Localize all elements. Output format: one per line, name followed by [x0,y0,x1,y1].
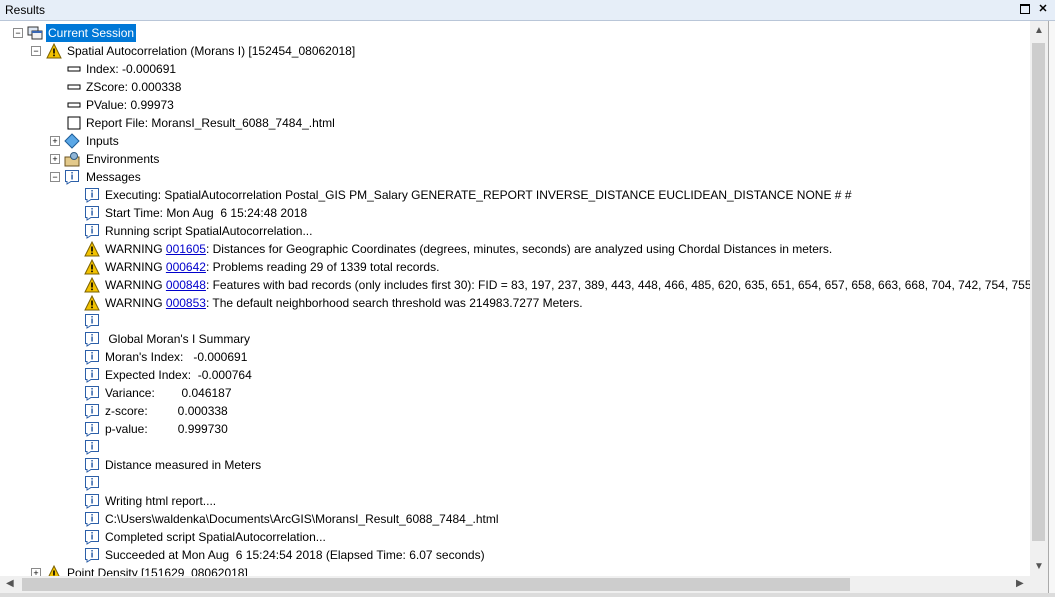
window-bottom-edge [0,593,1055,597]
scrollbar-corner [1030,576,1048,593]
warning-message: : Features with bad records (only includ… [205,278,1030,292]
info-message-icon [84,511,100,527]
info-message-icon [84,385,100,401]
warning-icon [84,294,100,311]
value-icon [67,102,81,108]
warning-icon [84,240,100,257]
message-text: Executing: SpatialAutocorrelation Postal… [105,188,852,202]
collapse-icon[interactable]: − [50,172,60,182]
message-text: Distance measured in Meters [105,458,262,472]
vertical-scroll-thumb[interactable] [1032,43,1045,541]
session-icon [27,26,43,40]
info-message-icon [84,187,100,203]
collapse-icon[interactable]: − [31,46,41,56]
warning-code-link[interactable]: 001605 [166,242,206,256]
output-index: Index: -0.000691 [86,62,177,76]
info-message-icon [84,313,100,329]
info-message-icon [84,547,100,563]
message-text: Completed script SpatialAutocorrelation.… [105,530,326,544]
message-text: Writing html report.... [105,494,217,508]
title-bar: Results ✕ [0,0,1055,21]
message-text: Start Time: Mon Aug 6 15:24:48 2018 [105,206,308,220]
file-icon [67,116,81,130]
environments-icon [64,152,80,167]
message-text: Succeeded at Mon Aug 6 15:24:54 2018 (El… [105,548,485,562]
value-icon [67,66,81,72]
message-text: z-score: 0.000338 [105,404,228,418]
info-message-icon [84,349,100,365]
warning-text: WARNING 000853: The default neighborhood… [105,294,583,312]
tool-label: Spatial Autocorrelation (Morans I) [1524… [67,44,356,58]
scroll-right-icon[interactable]: ▶ [1016,578,1024,589]
results-tree: − Current Session − Spatial Autocorrelat… [0,21,1030,576]
maximize-icon [1020,4,1030,15]
expand-icon[interactable]: + [50,136,60,146]
value-icon [67,84,81,90]
warning-message: : Problems reading 29 of 1339 total reco… [205,260,440,274]
tree-node-tool[interactable]: − Spatial Autocorrelation (Morans I) [15… [0,42,1000,60]
warning-text: WARNING 000642: Problems reading 29 of 1… [105,258,439,276]
report-file: Report File: MoransI_Result_6088_7484_.h… [86,116,335,130]
warning-message: : The default neighborhood search thresh… [205,296,583,310]
warning-code-link[interactable]: 000853 [166,296,206,310]
warning-icon [84,258,100,275]
collapse-icon[interactable]: − [13,28,23,38]
warning-prefix: WARNING [105,296,166,310]
info-message-icon [84,475,100,491]
next-tool-label: Point Density [151629_08062018] [67,566,248,576]
message-text: Global Moran's I Summary [105,332,251,346]
info-message-icon [84,367,100,383]
info-message-icon [84,331,100,347]
scroll-left-icon[interactable]: ◀ [6,578,14,589]
session-label: Current Session [46,24,137,42]
inputs-icon [64,133,80,149]
info-message-icon [84,439,100,455]
info-message-icon [84,529,100,545]
vertical-scrollbar[interactable]: ▲ ▼ [1030,21,1048,576]
environments-label: Environments [86,152,160,166]
warning-message: : Distances for Geographic Coordinates (… [205,242,833,256]
message-text: Expected Index: -0.000764 [105,368,252,382]
info-message-icon [84,493,100,509]
tree-node-session[interactable]: − Current Session [0,24,1000,42]
info-message-icon [84,457,100,473]
info-message-icon [84,421,100,437]
warning-code-link[interactable]: 000642 [166,260,206,274]
close-button[interactable]: ✕ [1036,2,1050,16]
horizontal-scrollbar[interactable]: ◀ ▶ [0,576,1030,593]
warning-icon [48,565,60,576]
warning-icon [84,276,100,293]
window-title: Results [5,3,46,17]
expand-icon[interactable]: + [50,154,60,164]
message-text: Running script SpatialAutocorrelation... [105,224,313,238]
messages-label: Messages [86,170,141,184]
scroll-up-icon[interactable]: ▲ [1034,25,1044,36]
message-text: Variance: 0.046187 [105,386,232,400]
maximize-button[interactable] [1018,2,1032,16]
output-pvalue: PValue: 0.99973 [86,98,174,112]
message-text: p-value: 0.999730 [105,422,228,436]
warning-prefix: WARNING [105,242,166,256]
output-zscore: ZScore: 0.000338 [86,80,182,94]
info-message-icon [65,170,79,185]
horizontal-scroll-thumb[interactable] [22,578,850,591]
warning-text: WARNING 000848: Features with bad record… [105,276,1030,294]
warning-prefix: WARNING [105,260,166,274]
window-edge [1048,21,1055,597]
inputs-label: Inputs [86,134,119,148]
message-text: C:\Users\waldenka\Documents\ArcGIS\Moran… [105,512,499,526]
info-message-icon [84,403,100,419]
warning-text: WARNING 001605: Distances for Geographic… [105,240,832,258]
warning-prefix: WARNING [105,278,166,292]
message-text: Moran's Index: -0.000691 [105,350,248,364]
info-message-icon [84,205,100,221]
warning-code-link[interactable]: 000848 [166,278,206,292]
warning-icon [46,43,62,59]
info-message-icon [84,223,100,239]
expand-icon[interactable]: + [31,568,41,576]
scroll-down-icon[interactable]: ▼ [1034,561,1044,572]
